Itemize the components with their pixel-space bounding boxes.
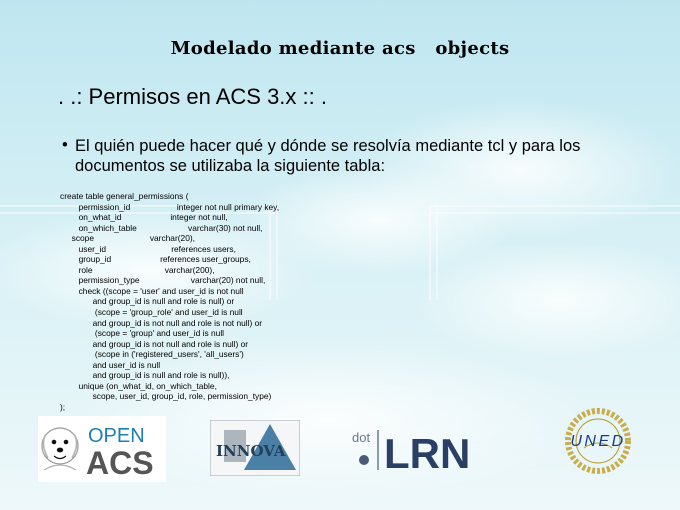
dotlrn-lrn-text: LRN	[384, 430, 470, 470]
openacs-open-text: OPEN	[88, 425, 145, 447]
logo-strip: OPEN ACS INNOVA dot LRN UNED	[0, 0, 680, 510]
innova-text: INNOVA	[216, 442, 286, 460]
uned-logo: UNED	[565, 408, 631, 474]
uned-text: UNED	[570, 433, 625, 450]
dotlrn-dot-text: dot	[352, 430, 370, 445]
openacs-acs-text: ACS	[86, 445, 154, 481]
dotlrn-logo: dot LRN	[352, 430, 470, 470]
innova-logo: INNOVA	[210, 420, 300, 476]
openacs-logo: OPEN ACS	[38, 416, 166, 482]
